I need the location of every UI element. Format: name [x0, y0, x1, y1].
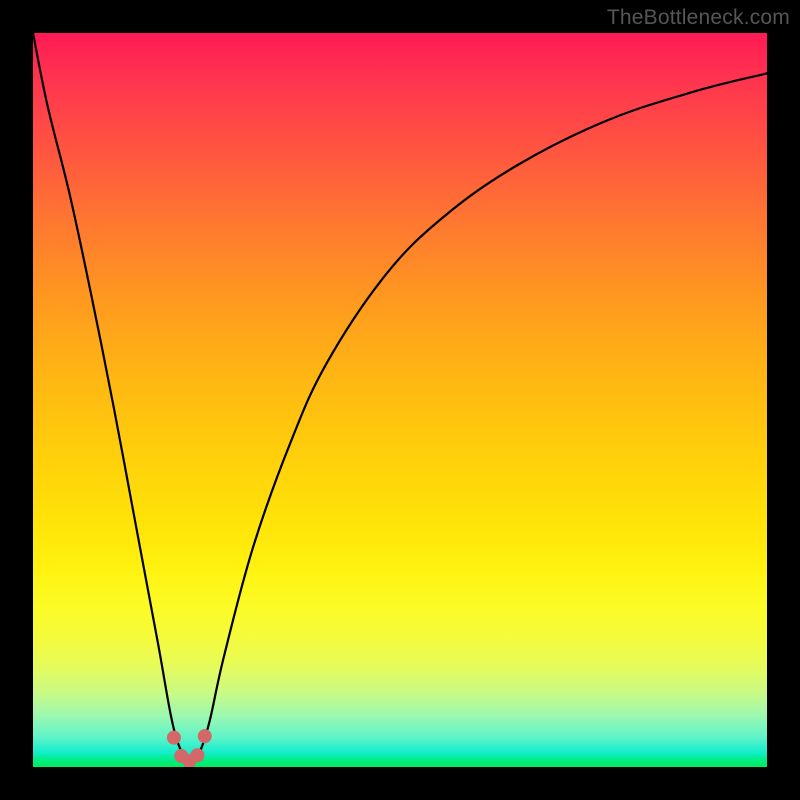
highlight-point [167, 731, 181, 745]
watermark-text: TheBottleneck.com [607, 6, 790, 30]
chart-svg [33, 33, 767, 767]
highlight-point [190, 748, 204, 762]
highlight-points-group [167, 729, 212, 767]
highlight-point [198, 729, 212, 743]
plot-area [33, 33, 767, 767]
bottleneck-curve [33, 33, 767, 763]
chart-frame: TheBottleneck.com [0, 0, 800, 800]
